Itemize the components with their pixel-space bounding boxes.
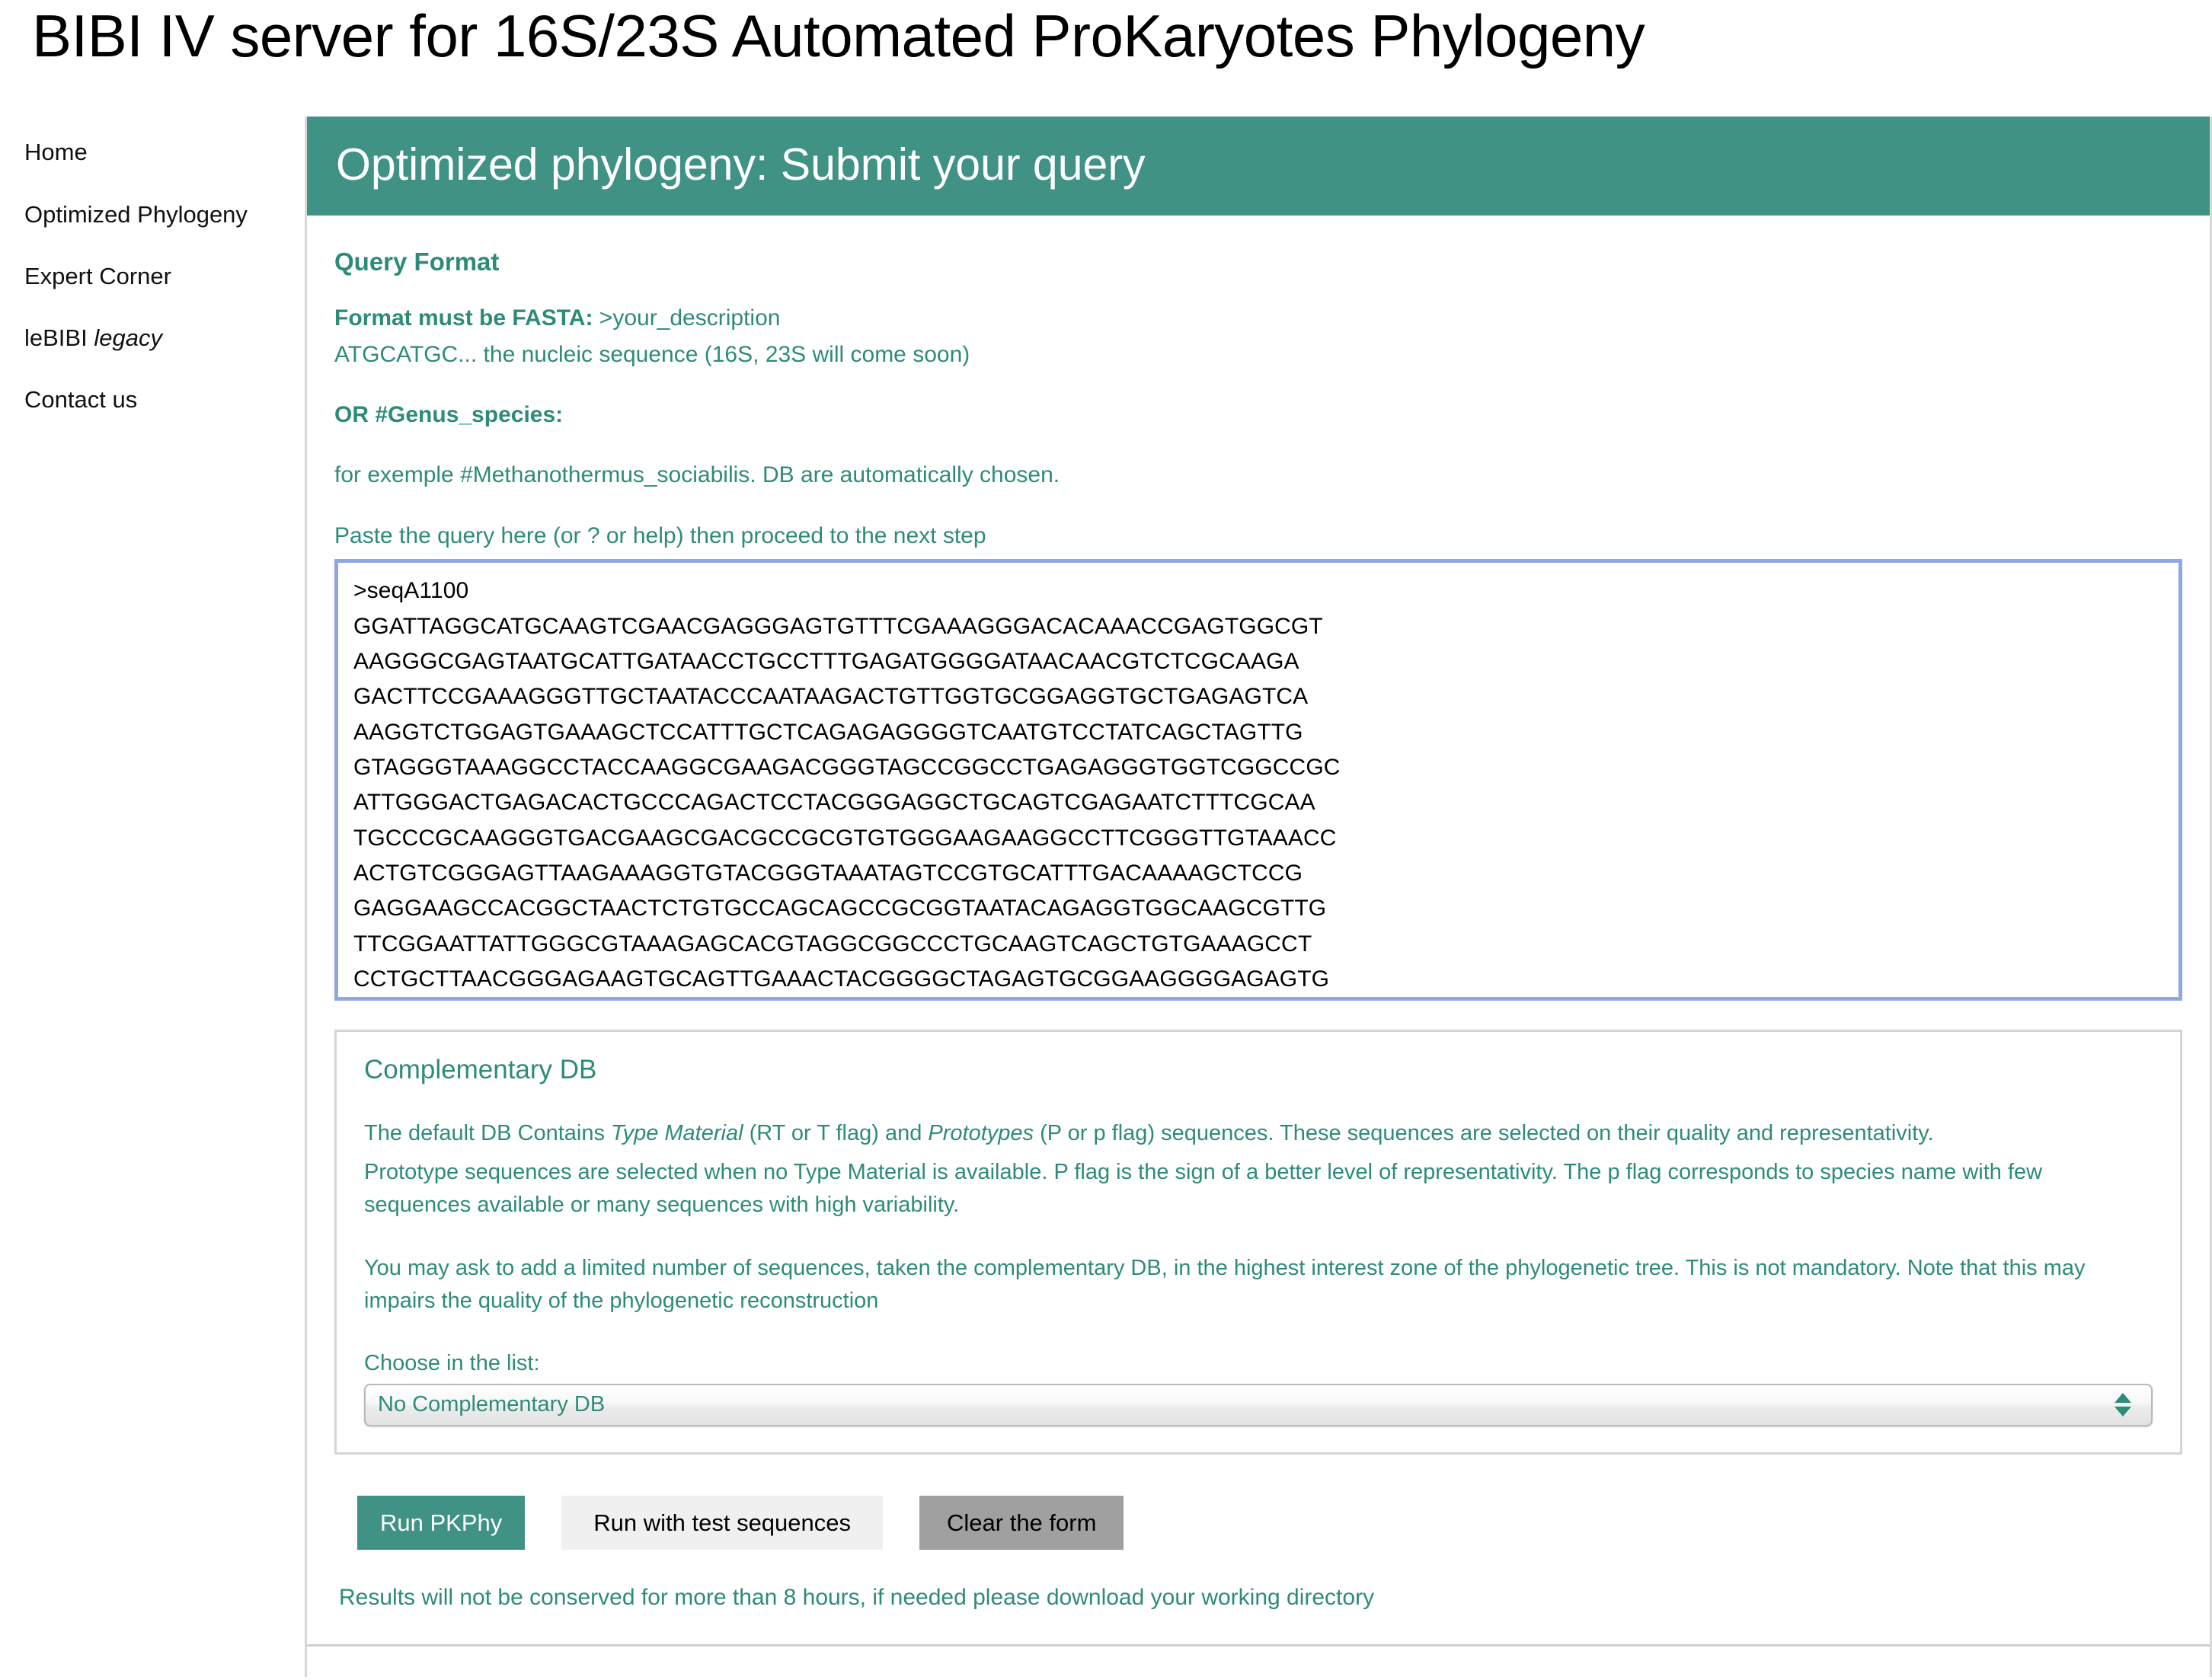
- query-input[interactable]: >seqA1100 GGATTAGGCATGCAAGTCGAACGAGGGAGT…: [334, 559, 2182, 1001]
- clear-form-button[interactable]: Clear the form: [919, 1495, 1124, 1550]
- paste-query-label: Paste the query here (or ? or help) then…: [334, 522, 986, 548]
- sidebar-item-home[interactable]: Home: [0, 138, 305, 166]
- sidebar-item-lebibi-legacy[interactable]: leBIBI legacy: [0, 324, 305, 352]
- page-layout: Home Optimized Phylogeny Expert Corner l…: [0, 117, 2212, 1646]
- complementary-db-select[interactable]: No Complementary DB: [364, 1383, 2153, 1426]
- para1-part-c: (P or p flag) sequences. These sequences…: [1034, 1121, 1934, 1146]
- form-button-row: Run PKPhy Run with test sequences Clear …: [334, 1495, 2182, 1550]
- panel-header: Optimized phylogeny: Submit your query: [307, 117, 2210, 216]
- complementary-db-para-3: You may ask to add a limited number of s…: [364, 1255, 2086, 1313]
- sidebar-item-label: Home: [24, 139, 88, 166]
- fasta-format-line: Format must be FASTA: >your_description: [334, 302, 2182, 334]
- chevron-up-down-icon[interactable]: [2105, 1393, 2140, 1417]
- results-retention-note: Results will not be conserved for more t…: [339, 1584, 1375, 1610]
- sidebar-item-contact-us[interactable]: Contact us: [0, 385, 305, 414]
- page-title: BIBI IV server for 16S/23S Automated Pro…: [32, 2, 1645, 69]
- query-format-heading: Query Format: [334, 248, 500, 276]
- complementary-db-legend: Complementary DB: [364, 1055, 597, 1085]
- panel-bottom-stub: [305, 1646, 2212, 1677]
- sidebar-item-label: Expert Corner: [24, 262, 171, 289]
- sidebar-item-optimized-phylogeny[interactable]: Optimized Phylogeny: [0, 200, 305, 228]
- para1-emphasis-type-material: Type Material: [611, 1121, 743, 1146]
- sidebar-item-label-italic: legacy: [94, 324, 162, 351]
- or-genus-label: OR #Genus_species:: [334, 401, 564, 427]
- run-pkphy-button[interactable]: Run PKPhy: [357, 1495, 526, 1550]
- fasta-format-value: >your_description: [593, 305, 781, 331]
- sidebar-nav: Home Optimized Phylogeny Expert Corner l…: [0, 117, 305, 447]
- main-panel: Optimized phylogeny: Submit your query Q…: [305, 117, 2212, 1646]
- fasta-example-line: ATGCATGC... the nucleic sequence (16S, 2…: [334, 341, 970, 367]
- complementary-db-selected-value: No Complementary DB: [378, 1392, 606, 1417]
- complementary-db-para-2: Prototype sequences are selected when no…: [364, 1160, 2043, 1217]
- para1-emphasis-prototypes: Prototypes: [928, 1121, 1034, 1146]
- chevron-up-icon: [2115, 1393, 2131, 1404]
- panel-header-title: Optimized phylogeny: Submit your query: [336, 139, 1146, 190]
- chevron-down-icon: [2115, 1407, 2131, 1417]
- sidebar-item-label: Optimized Phylogeny: [24, 200, 248, 228]
- query-input-text[interactable]: >seqA1100 GGATTAGGCATGCAAGTCGAACGAGGGAGT…: [338, 563, 2178, 997]
- complementary-db-para-1: The default DB Contains Type Material (R…: [364, 1117, 2153, 1150]
- sidebar-item-expert-corner[interactable]: Expert Corner: [0, 262, 305, 290]
- fasta-format-label: Format must be FASTA:: [334, 305, 593, 331]
- para1-part-a: The default DB Contains: [364, 1121, 612, 1146]
- sidebar-item-label: leBIBI: [24, 324, 94, 351]
- run-test-sequences-button[interactable]: Run with test sequences: [561, 1495, 884, 1550]
- sidebar-item-label: Contact us: [24, 386, 138, 414]
- or-genus-heading: OR #Genus_species:: [334, 399, 2182, 430]
- complementary-db-section: Complementary DB The default DB Contains…: [334, 1030, 2182, 1455]
- para1-part-b: (RT or T flag) and: [743, 1121, 929, 1146]
- genus-example-line: for exemple #Methanothermus_sociabilis. …: [334, 462, 1060, 488]
- panel-body: Query Format Format must be FASTA: >your…: [307, 216, 2210, 1610]
- choose-in-the-list-label: Choose in the list:: [364, 1350, 540, 1375]
